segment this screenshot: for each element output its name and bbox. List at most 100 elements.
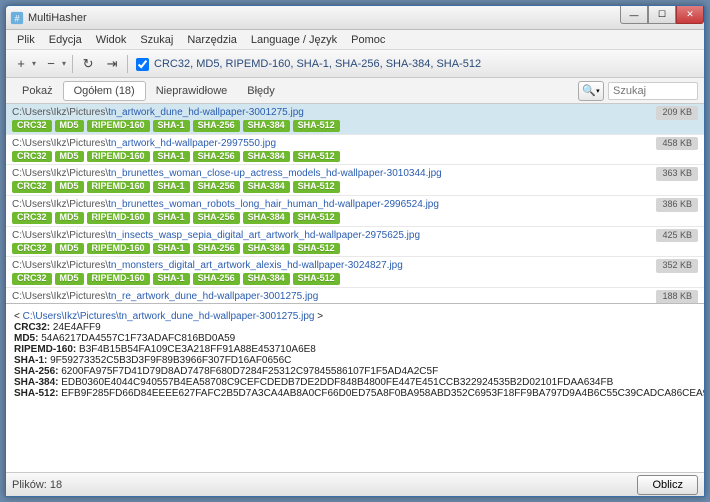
tab-errors[interactable]: Błędy: [237, 82, 285, 100]
svg-text:#: #: [15, 13, 20, 23]
hash-badge: SHA-512: [293, 273, 340, 285]
add-button[interactable]: +: [10, 53, 32, 75]
menu-file[interactable]: Plik: [10, 32, 42, 48]
table-row[interactable]: C:\Users\Ikz\Pictures\tn_artwork_hd-wall…: [6, 135, 704, 166]
path-prefix: C:\Users\Ikz\Pictures\: [12, 291, 108, 302]
hash-badge: MD5: [55, 243, 84, 255]
hash-badge: SHA-1: [153, 120, 190, 132]
search-input[interactable]: [608, 82, 698, 100]
hash-badge: MD5: [55, 181, 84, 193]
path-prefix: C:\Users\Ikz\Pictures\: [12, 199, 108, 210]
hash-line: MD5: 54A6217DA4557C1F73ADAFC816BD0A59: [14, 333, 696, 344]
hash-badge: SHA-256: [193, 243, 240, 255]
file-name: tn_insects_wasp_sepia_digital_art_artwor…: [108, 230, 420, 241]
details-pane: < C:\Users\Ikz\Pictures\tn_artwork_dune_…: [6, 304, 704, 472]
path-prefix: C:\Users\Ikz\Pictures\: [12, 107, 108, 118]
hash-badge: MD5: [55, 151, 84, 163]
hash-line: SHA-512: EFB9F285FD66D84EEEE627FAFC2B5D7…: [14, 388, 696, 399]
separator: [72, 55, 73, 73]
menu-tools[interactable]: Narzędzia: [180, 32, 244, 48]
file-name: tn_monsters_digital_art_artwork_alexis_h…: [108, 260, 403, 271]
file-name: tn_brunettes_woman_close-up_actress_mode…: [108, 168, 442, 179]
hash-badge: SHA-512: [293, 120, 340, 132]
menu-language[interactable]: Language / Język: [244, 32, 344, 48]
table-row[interactable]: C:\Users\Ikz\Pictures\tn_monsters_digita…: [6, 257, 704, 288]
export-button[interactable]: ⇥: [101, 53, 123, 75]
tab-all[interactable]: Ogółem (18): [63, 81, 146, 101]
hash-line: SHA-384: EDB0360E4044C940557B4EA58708C9C…: [14, 377, 696, 388]
compute-button[interactable]: Oblicz: [637, 475, 698, 495]
hash-badge: CRC32: [12, 273, 52, 285]
hash-badge: CRC32: [12, 212, 52, 224]
table-row[interactable]: C:\Users\Ikz\Pictures\tn_artwork_dune_hd…: [6, 104, 704, 135]
hash-badge: MD5: [55, 273, 84, 285]
path-prefix: C:\Users\Ikz\Pictures\: [12, 168, 108, 179]
path-prefix: C:\Users\Ikz\Pictures\: [12, 230, 108, 241]
table-row[interactable]: C:\Users\Ikz\Pictures\tn_brunettes_woman…: [6, 165, 704, 196]
titlebar[interactable]: # MultiHasher — ☐ ✕: [6, 6, 704, 30]
file-name: tn_artwork_hd-wallpaper-2997550.jpg: [108, 138, 276, 149]
hash-line: SHA-256: 6200FA975F7D41D79D8AD7478F680D7…: [14, 366, 696, 377]
hash-badge: SHA-512: [293, 181, 340, 193]
hash-badge: SHA-256: [193, 151, 240, 163]
menu-search[interactable]: Szukaj: [133, 32, 180, 48]
tab-invalid[interactable]: Nieprawidłowe: [146, 82, 238, 100]
hash-line: RIPEMD-160: B3F4B15B54FA109CE3A218FF91A8…: [14, 344, 696, 355]
file-name: tn_brunettes_woman_robots_long_hair_huma…: [108, 199, 439, 210]
hash-badge: SHA-256: [193, 273, 240, 285]
toolbar: +▾ −▾ ↻ ⇥ CRC32, MD5, RIPEMD-160, SHA-1,…: [6, 50, 704, 78]
hash-badge: SHA-384: [243, 120, 290, 132]
path-prefix: C:\Users\Ikz\Pictures\: [12, 138, 108, 149]
refresh-button[interactable]: ↻: [77, 53, 99, 75]
hash-badge: SHA-384: [243, 243, 290, 255]
close-button[interactable]: ✕: [676, 6, 704, 24]
hash-badge: SHA-512: [293, 243, 340, 255]
hash-badge: SHA-512: [293, 212, 340, 224]
window-title: MultiHasher: [28, 12, 87, 24]
menu-help[interactable]: Pomoc: [344, 32, 392, 48]
hash-badge: MD5: [55, 120, 84, 132]
remove-button[interactable]: −: [40, 53, 62, 75]
file-list[interactable]: C:\Users\Ikz\Pictures\tn_artwork_dune_hd…: [6, 104, 704, 304]
hash-badge: CRC32: [12, 243, 52, 255]
hash-line: SHA-1: 9F59273352C5B3D3F9F89B3966F307FD1…: [14, 355, 696, 366]
file-size: 188 KB: [656, 290, 698, 304]
minimize-button[interactable]: —: [620, 6, 648, 24]
search-button[interactable]: 🔍▾: [578, 81, 604, 101]
file-size: 363 KB: [656, 167, 698, 181]
hash-badge: MD5: [55, 212, 84, 224]
table-row[interactable]: C:\Users\Ikz\Pictures\tn_re_artwork_dune…: [6, 288, 704, 304]
hash-badge: SHA-384: [243, 151, 290, 163]
path-prefix: C:\Users\Ikz\Pictures\: [12, 260, 108, 271]
hash-badge: SHA-256: [193, 181, 240, 193]
menu-edit[interactable]: Edycja: [42, 32, 89, 48]
table-row[interactable]: C:\Users\Ikz\Pictures\tn_insects_wasp_se…: [6, 227, 704, 258]
show-label: Pokaż: [12, 82, 63, 100]
app-icon: #: [10, 11, 24, 25]
hash-badge: SHA-1: [153, 243, 190, 255]
algorithms-checkbox[interactable]: CRC32, MD5, RIPEMD-160, SHA-1, SHA-256, …: [136, 57, 481, 70]
files-count-label: Plików: 18: [12, 479, 62, 491]
hash-badge: RIPEMD-160: [87, 273, 150, 285]
hash-badge: RIPEMD-160: [87, 151, 150, 163]
remove-dropdown[interactable]: ▾: [62, 59, 66, 68]
maximize-button[interactable]: ☐: [648, 6, 676, 24]
file-name: tn_artwork_dune_hd-wallpaper-3001275.jpg: [108, 107, 304, 118]
file-size: 386 KB: [656, 198, 698, 212]
hash-badge: CRC32: [12, 151, 52, 163]
add-dropdown[interactable]: ▾: [32, 59, 36, 68]
statusbar: Plików: 18 Oblicz: [6, 472, 704, 496]
hash-badge: SHA-384: [243, 273, 290, 285]
hash-badge: SHA-256: [193, 212, 240, 224]
hash-badge: SHA-1: [153, 151, 190, 163]
menu-view[interactable]: Widok: [89, 32, 134, 48]
hash-badge: RIPEMD-160: [87, 120, 150, 132]
detail-path-line: < C:\Users\Ikz\Pictures\tn_artwork_dune_…: [14, 311, 696, 322]
hash-badge: SHA-1: [153, 212, 190, 224]
table-row[interactable]: C:\Users\Ikz\Pictures\tn_brunettes_woman…: [6, 196, 704, 227]
hash-badge: RIPEMD-160: [87, 181, 150, 193]
hash-badge: SHA-1: [153, 273, 190, 285]
file-size: 425 KB: [656, 229, 698, 243]
app-window: # MultiHasher — ☐ ✕ Plik Edycja Widok Sz…: [5, 5, 705, 497]
hash-badge: RIPEMD-160: [87, 243, 150, 255]
